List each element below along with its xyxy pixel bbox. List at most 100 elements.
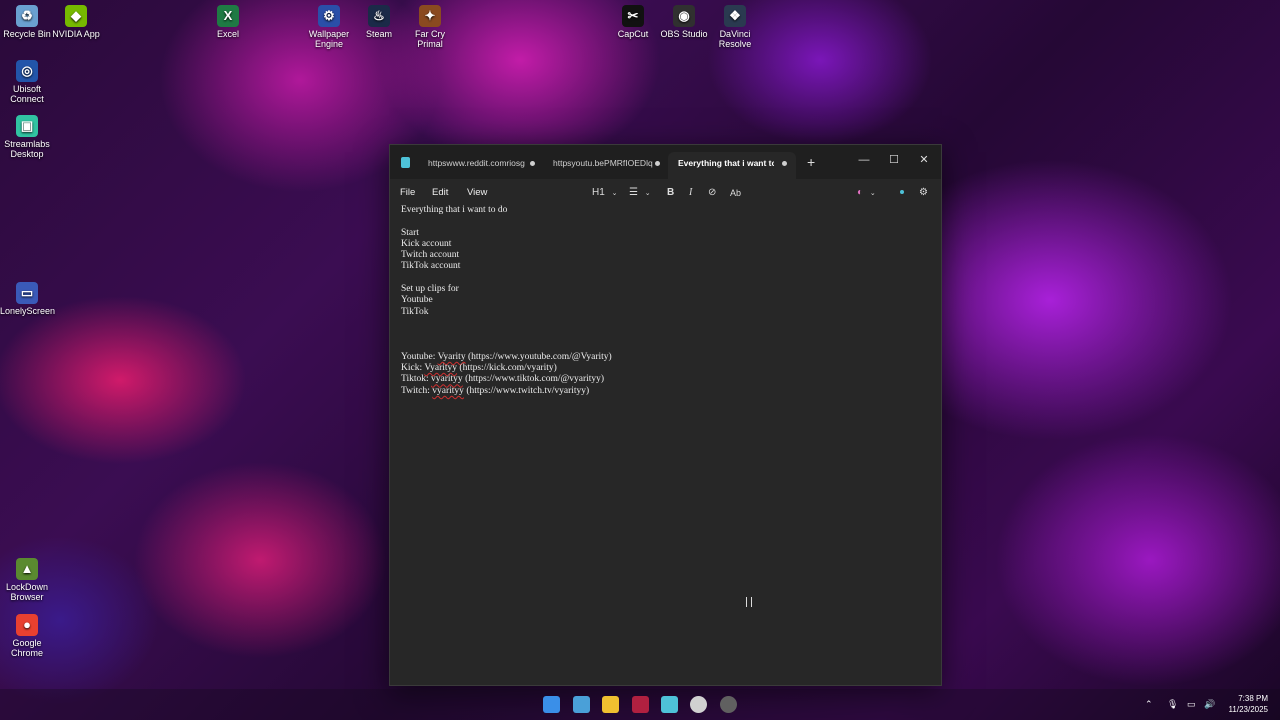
bold-button[interactable]: B <box>667 186 674 200</box>
new-tab-button[interactable]: + <box>807 155 815 169</box>
desktop-shortcut[interactable]: ◆ NVIDIA App <box>49 5 103 39</box>
tab-label: Everything that i want to d <box>678 158 774 168</box>
lonelyscreen-icon: ▭ <box>16 282 38 304</box>
desktop-shortcut-label: Excel <box>216 29 239 39</box>
recycle-bin-icon: ♻ <box>16 5 38 27</box>
doc-text: Kick: <box>401 363 425 374</box>
doc-text: Tiktok: <box>401 374 432 385</box>
desktop-shortcut-label: Streamlabs Desktop <box>4 139 50 159</box>
settings-button[interactable]: ⚙ <box>919 186 928 200</box>
desktop-shortcut[interactable]: ❖ DaVinci Resolve <box>708 5 762 49</box>
desktop-shortcut[interactable]: ⚙ Wallpaper Engine <box>302 5 356 49</box>
desktop-shortcut-label: Recycle Bin <box>3 29 51 39</box>
volume-icon[interactable]: 🔊 <box>1204 689 1215 720</box>
italic-button[interactable]: I <box>689 186 692 200</box>
far-cry-primal-icon: ✦ <box>419 5 441 27</box>
doc-text: Twitch: <box>401 385 433 396</box>
tab-label: httpsyoutu.bePMRfIOEDlq <box>553 158 653 168</box>
doc-line: Set up clips for <box>401 284 459 295</box>
doc-line: Kick account <box>401 238 452 249</box>
obs-taskbar-icon[interactable] <box>720 696 737 713</box>
doc-link[interactable]: (https://www.tiktok.com/@vyarityy) <box>463 374 604 384</box>
unsaved-dot-icon <box>655 161 660 166</box>
doc-name: Vyarityy <box>424 363 458 374</box>
desktop-shortcut[interactable]: ▣ Streamlabs Desktop <box>0 115 54 159</box>
doc-text: Youtube: <box>401 351 438 362</box>
chevron-down-icon: ⌄ <box>869 190 876 197</box>
desktop-shortcut[interactable]: ✦ Far Cry Primal <box>403 5 457 49</box>
menu-view[interactable]: View <box>467 179 487 207</box>
task-view-icon[interactable] <box>632 696 649 713</box>
copilot-button[interactable]: ◐ ⌄ <box>857 186 876 200</box>
desktop-shortcut-label: Steam <box>365 29 392 39</box>
close-button[interactable]: ✕ <box>909 151 939 169</box>
tab-reddit[interactable]: httpswww.reddit.comriosg <box>418 152 540 179</box>
doc-line: Twitch account <box>401 250 460 261</box>
doc-name: vyarityy <box>431 374 463 385</box>
file-explorer-icon[interactable] <box>602 696 619 713</box>
doc-link-line: Youtube: Vyarity (https://www.youtube.co… <box>401 352 931 363</box>
ubisoft-icon: ◎ <box>16 60 38 82</box>
minimize-button[interactable]: — <box>849 151 879 169</box>
clear-formatting-button[interactable]: Ab <box>730 186 741 200</box>
desktop-shortcut[interactable]: ♻ Recycle Bin <box>0 5 54 39</box>
tab-everything[interactable]: Everything that i want to d <box>668 152 796 179</box>
document-body[interactable]: Everything that i want to do Start Kick … <box>401 205 931 397</box>
widgets-icon[interactable] <box>573 696 590 713</box>
list-icon: ☰ <box>629 187 638 198</box>
desktop-shortcut[interactable]: ▭ LonelyScreen <box>0 282 55 316</box>
doc-link-line: Tiktok: vyarityy (https://www.tiktok.com… <box>401 374 931 385</box>
taskbar: ⌃ 🎙 ▭ 🔊 7:38 PM 11/23/2025 <box>0 689 1280 720</box>
desktop-shortcut[interactable]: ▲ LockDown Browser <box>0 558 54 602</box>
doc-link[interactable]: (https://kick.com/vyarity) <box>457 363 556 373</box>
desktop-shortcut[interactable]: ◎ Ubisoft Connect <box>0 60 54 104</box>
desktop-shortcut-label: Far Cry Primal <box>415 29 445 49</box>
maximize-button[interactable]: ☐ <box>879 151 909 169</box>
tab-youtube[interactable]: httpsyoutu.bePMRfIOEDlq <box>543 152 665 179</box>
notepad-icon[interactable] <box>661 696 678 713</box>
desktop-shortcut[interactable]: ● Google Chrome <box>0 614 54 658</box>
clock-date: 11/23/2025 <box>1228 705 1268 714</box>
obs-icon: ◉ <box>673 5 695 27</box>
heading-dropdown[interactable]: H1 ⌄ <box>592 186 617 200</box>
microphone-icon[interactable]: 🎙 <box>1167 689 1178 720</box>
doc-link[interactable]: (https://www.twitch.tv/vyarityy) <box>464 386 589 396</box>
show-hidden-icons-button[interactable]: ⌃ <box>1145 689 1153 720</box>
desktop-shortcut-label: CapCut <box>617 29 649 39</box>
doc-name: vyarityy <box>432 385 464 396</box>
link-button[interactable]: ⊘ <box>708 186 716 200</box>
capcut-icon: ✂ <box>622 5 644 27</box>
notepad-app-icon <box>401 157 410 168</box>
menu-edit[interactable]: Edit <box>432 179 448 207</box>
lockdown-browser-icon: ▲ <box>16 558 38 580</box>
copilot-icon: ◐ <box>857 187 864 198</box>
doc-link-line: Kick: Vyarityy (https://kick.com/vyarity… <box>401 363 931 374</box>
chatgpt-icon[interactable] <box>690 696 707 713</box>
chevron-down-icon: ⌄ <box>644 190 651 197</box>
heading-label: H1 <box>592 187 605 198</box>
streamlabs-icon: ▣ <box>16 115 38 137</box>
status-dot-icon <box>900 190 904 194</box>
doc-link[interactable]: (https://www.youtube.com/@Vyarity) <box>466 352 612 362</box>
notepad-window: httpswww.reddit.comriosg httpsyoutu.bePM… <box>389 144 942 686</box>
desktop-shortcut-label: DaVinci Resolve <box>718 29 752 49</box>
doc-title: Everything that i want to do <box>401 205 508 215</box>
doc-line: Youtube <box>401 295 433 306</box>
nvidia-icon: ◆ <box>65 5 87 27</box>
doc-link-line: Twitch: vyarityy (https://www.twitch.tv/… <box>401 386 931 397</box>
steam-icon: ♨ <box>368 5 390 27</box>
desktop-shortcut[interactable]: ◉ OBS Studio <box>657 5 711 39</box>
desktop-shortcut[interactable]: X Excel <box>201 5 255 39</box>
clock-time: 7:38 PM <box>1238 694 1268 703</box>
doc-name: Vyarity <box>437 351 466 362</box>
chrome-icon: ● <box>16 614 38 636</box>
doc-line: TikTok account <box>401 261 461 272</box>
desktop-shortcut[interactable]: ♨ Steam <box>352 5 406 39</box>
start-button[interactable] <box>543 696 560 713</box>
list-dropdown[interactable]: ☰ ⌄ <box>629 186 651 200</box>
network-icon[interactable]: ▭ <box>1187 689 1196 720</box>
desktop-shortcut-label: Google Chrome <box>10 638 43 658</box>
clock[interactable]: 7:38 PM 11/23/2025 <box>1229 693 1268 715</box>
menu-file[interactable]: File <box>400 179 415 207</box>
desktop-shortcut[interactable]: ✂ CapCut <box>606 5 660 39</box>
